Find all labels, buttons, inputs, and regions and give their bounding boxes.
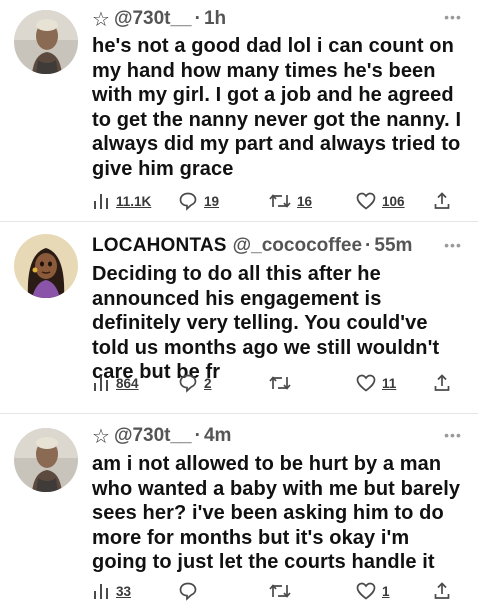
share-upload-icon xyxy=(434,192,450,209)
reply-button[interactable]: 2 xyxy=(178,372,212,394)
like-button[interactable]: 106 xyxy=(356,190,405,212)
user-handle[interactable]: @_cococoffee xyxy=(233,235,362,257)
tweet-actions: 11.1K 19 16 106 xyxy=(92,190,452,212)
views-count: 864 xyxy=(116,375,139,391)
speech-bubble-icon xyxy=(179,192,197,211)
tweet-3[interactable]: ☆ @730t__ · 4m ••• am i not allowed to b… xyxy=(0,414,478,602)
user-handle[interactable]: @730t__ xyxy=(114,425,192,447)
like-count: 106 xyxy=(382,193,405,209)
tweet-text: Deciding to do all this after he announc… xyxy=(92,263,440,383)
tweet-header: ☆ @730t__ · 1h xyxy=(92,6,464,32)
more-options-icon[interactable]: ••• xyxy=(442,238,464,252)
views-button[interactable]: 33 xyxy=(92,580,131,602)
retweet-arrows-icon xyxy=(269,584,291,598)
share-upload-icon xyxy=(434,374,450,391)
heart-icon xyxy=(356,374,376,392)
views-button[interactable]: 864 xyxy=(92,372,139,394)
user-avatar[interactable] xyxy=(14,428,78,492)
retweet-arrows-icon xyxy=(269,194,291,208)
display-name[interactable]: LOCAHONTAS xyxy=(92,235,227,257)
user-avatar[interactable] xyxy=(14,10,78,74)
star-icon: ☆ xyxy=(92,8,110,31)
bar-chart-icon xyxy=(94,376,108,391)
separator-dot: · xyxy=(365,235,372,256)
share-button[interactable] xyxy=(434,372,450,394)
tweet-header: ☆ @730t__ · 4m xyxy=(92,423,464,449)
share-upload-icon xyxy=(434,582,450,599)
retweet-button[interactable] xyxy=(269,372,297,394)
like-count: 11 xyxy=(382,375,397,391)
tweet-actions: 864 2 11 xyxy=(92,372,452,394)
tweet-1[interactable]: ☆ @730t__ · 1h ••• he's not a good dad l… xyxy=(0,0,478,215)
like-button[interactable]: 11 xyxy=(356,372,396,394)
tweet-2[interactable]: LOCAHONTAS @_cococoffee · 55m ••• Decidi… xyxy=(0,222,478,412)
like-button[interactable]: 1 xyxy=(356,580,390,602)
timestamp[interactable]: 55m xyxy=(374,235,412,257)
more-options-icon[interactable]: ••• xyxy=(442,428,464,442)
reply-button[interactable]: 19 xyxy=(178,190,219,212)
reply-button[interactable] xyxy=(178,580,204,602)
tweet-text: he's not a good dad lol i can count on m… xyxy=(92,35,462,180)
user-handle[interactable]: @730t__ xyxy=(114,8,192,30)
heart-icon xyxy=(356,192,376,210)
star-icon: ☆ xyxy=(92,425,110,448)
reply-count: 19 xyxy=(204,193,220,209)
user-avatar[interactable] xyxy=(14,234,78,298)
bar-chart-icon xyxy=(94,194,108,209)
share-button[interactable] xyxy=(434,190,450,212)
separator-dot: · xyxy=(194,425,201,446)
share-button[interactable] xyxy=(434,580,450,602)
retweet-count: 16 xyxy=(297,193,313,209)
heart-icon xyxy=(356,582,376,600)
retweet-button[interactable] xyxy=(269,580,297,602)
more-options-icon[interactable]: ••• xyxy=(442,10,464,24)
timestamp[interactable]: 4m xyxy=(204,425,231,447)
reply-count: 2 xyxy=(204,375,212,391)
like-count: 1 xyxy=(382,583,390,599)
separator-dot: · xyxy=(194,8,201,29)
views-count: 11.1K xyxy=(116,193,152,209)
retweet-arrows-icon xyxy=(269,376,291,390)
tweet-text: am i not allowed to be hurt by a man who… xyxy=(92,453,461,573)
speech-bubble-icon xyxy=(179,582,197,601)
tweet-header: LOCAHONTAS @_cococoffee · 55m xyxy=(92,233,464,259)
views-button[interactable]: 11.1K xyxy=(92,190,151,212)
retweet-button[interactable]: 16 xyxy=(269,190,312,212)
timestamp[interactable]: 1h xyxy=(204,8,226,30)
bar-chart-icon xyxy=(94,584,108,599)
views-count: 33 xyxy=(116,583,132,599)
tweet-actions: 33 1 xyxy=(92,580,452,602)
speech-bubble-icon xyxy=(179,374,197,393)
